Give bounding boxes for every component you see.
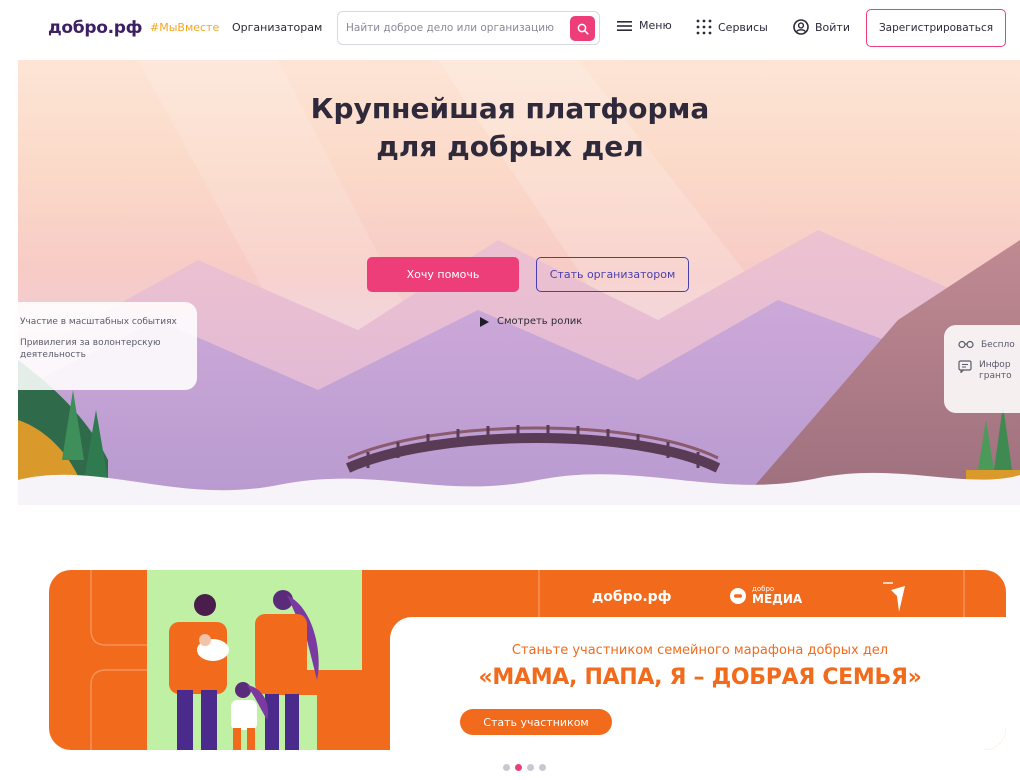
site-logo[interactable]: добро.рф [48, 18, 143, 38]
services-label: Сервисы [718, 20, 768, 34]
play-icon [480, 316, 489, 327]
login-button[interactable]: Войти [793, 19, 850, 35]
watch-video-link[interactable]: Смотреть ролик [480, 316, 582, 327]
benefit-grants-line2: гранто [979, 370, 1012, 381]
document-icon [958, 360, 972, 373]
hero-title-line1: Крупнейшая платформа [310, 92, 710, 125]
become-participant-button[interactable]: Стать участником [460, 709, 612, 735]
grid-dots-icon [696, 19, 712, 35]
carousel-dot-1[interactable] [503, 764, 510, 771]
banner-dobro-logo: добро.рф [592, 589, 672, 605]
media-logo-big: МЕДИА [752, 592, 803, 606]
register-button[interactable]: Зарегистрироваться [866, 9, 1006, 47]
site-header: добро.рф #МыВместе Организаторам Меню Се… [0, 0, 1020, 58]
hashtag-link[interactable]: #МыВместе [150, 21, 219, 34]
watch-video-label: Смотреть ролик [497, 316, 583, 327]
media-logo-icon [730, 587, 746, 604]
glasses-icon [958, 340, 974, 349]
carousel-dots [503, 764, 546, 771]
hero-title: Крупнейшая платформа для добрых дел [18, 90, 1020, 166]
hamburger-icon [617, 20, 632, 31]
services-button[interactable]: Сервисы [696, 19, 768, 35]
carousel-dot-4[interactable] [539, 764, 546, 771]
search-box [337, 11, 600, 45]
carousel-dot-3[interactable] [527, 764, 534, 771]
family-marathon-banner[interactable]: добро.рф добро МЕДИА Станьте участником … [49, 570, 1006, 750]
benefit-grants-label: Инфор гранто [979, 360, 1012, 382]
banner-title: «МАМА, ПАПА, Я – ДОБРАЯ СЕМЬЯ» [478, 665, 922, 690]
benefit-free-label: Беспло [981, 340, 1015, 350]
hero-section: Крупнейшая платформа для добрых дел Хочу… [18, 60, 1020, 505]
benefit-item-events: Участие в масштабных событиях [20, 317, 177, 327]
media-logo-text: добро МЕДИА [752, 586, 803, 606]
menu-label: Меню [639, 19, 672, 32]
menu-button[interactable]: Меню [617, 19, 672, 32]
search-input[interactable] [346, 12, 568, 44]
login-label: Войти [815, 20, 850, 34]
search-button[interactable] [570, 16, 595, 41]
organizers-link[interactable]: Организаторам [232, 21, 322, 34]
benefits-card-right: Беспло Инфор гранто [944, 325, 1020, 413]
family-illustration [169, 590, 362, 750]
become-organizer-button[interactable]: Стать организатором [536, 257, 689, 292]
benefits-card-left: Участие в масштабных событиях Привилегия… [18, 302, 197, 390]
benefit-grants-line1: Инфор [979, 359, 1011, 370]
carousel-dot-2[interactable] [515, 764, 522, 771]
banner-dobro-media-logo: добро МЕДИА [729, 586, 802, 605]
banner-subtitle: Станьте участником семейного марафона до… [511, 643, 889, 658]
hero-title-line2: для добрых дел [376, 129, 644, 163]
benefit-item-free: Беспло [958, 340, 1020, 351]
partner-logo-icon [883, 582, 905, 612]
user-circle-icon [793, 19, 809, 35]
benefit-item-grants: Инфор гранто [958, 360, 1020, 382]
benefit-item-privilege: Привилегия за волонтерскую деятельность [20, 338, 161, 360]
want-to-help-button[interactable]: Хочу помочь [367, 257, 519, 292]
search-icon [577, 23, 589, 35]
